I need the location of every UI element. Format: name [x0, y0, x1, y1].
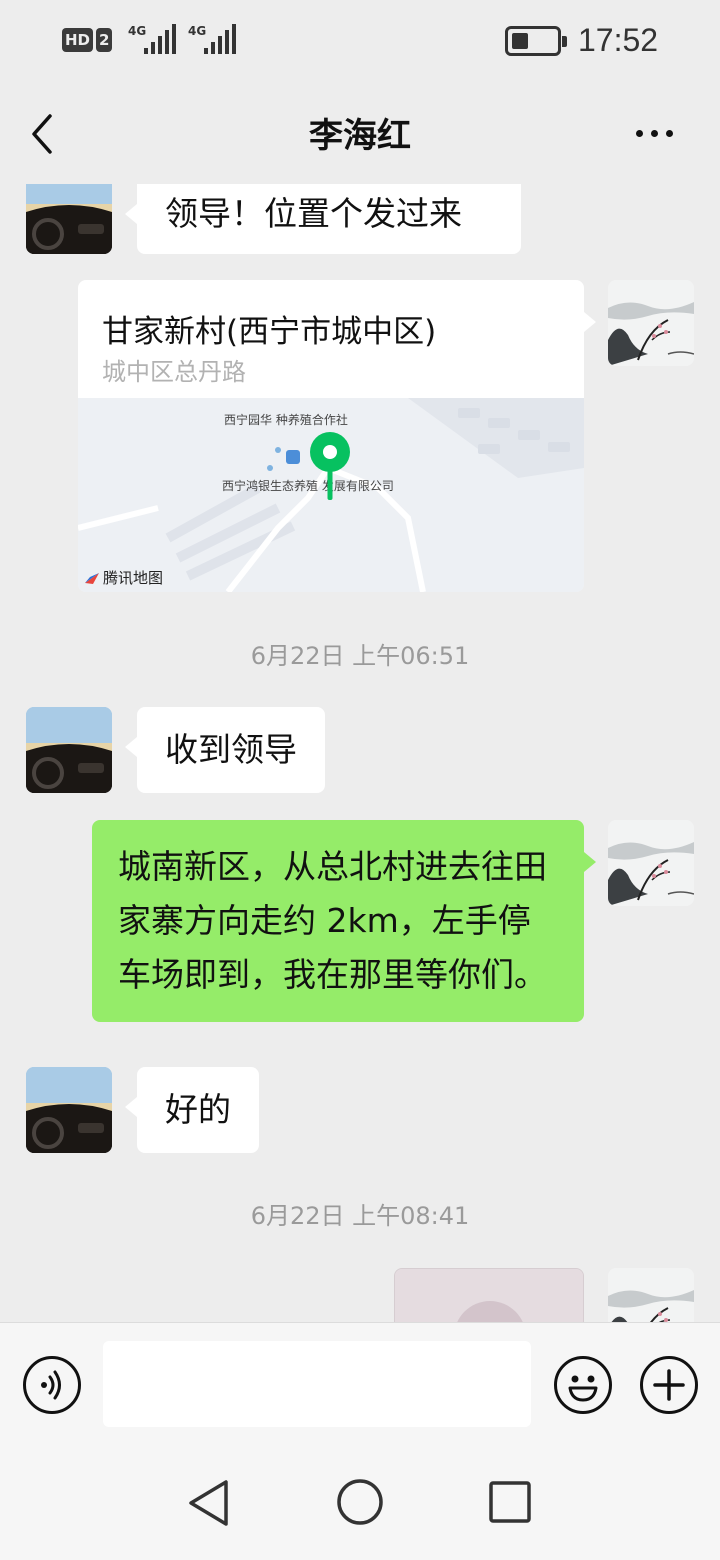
message-text: 好的: [165, 1090, 231, 1129]
battery-icon: [505, 26, 567, 56]
triangle-back-icon[interactable]: [186, 1478, 232, 1528]
avatar[interactable]: [608, 280, 694, 366]
location-title: 甘家新村(西宁市城中区): [102, 314, 437, 350]
avatar[interactable]: [26, 184, 112, 254]
system-nav-bar: [0, 1446, 720, 1560]
message-list[interactable]: 领导！位置个发过来 甘家新村(西宁市城中区) 城中区总丹路 西宁园华 种养殖合作…: [0, 184, 720, 1322]
location-map[interactable]: 西宁园华 种养殖合作社 西宁鸿银生态养殖 发展有限公司 腾讯地图: [78, 398, 584, 592]
voice-icon[interactable]: [23, 1356, 81, 1414]
emoji-icon[interactable]: [554, 1356, 612, 1414]
status-bar: HD 2 4G 4G 17:52: [0, 0, 720, 84]
avatar[interactable]: [608, 1268, 694, 1322]
avatar[interactable]: [26, 1067, 112, 1153]
image-message[interactable]: [394, 1268, 584, 1322]
message-input[interactable]: [103, 1341, 531, 1427]
signal-icon: 4G: [188, 24, 240, 56]
input-bar: [0, 1322, 720, 1446]
signal-icon: 4G: [128, 24, 180, 56]
more-dots-icon[interactable]: [636, 130, 673, 137]
hd-indicator: HD 2: [62, 28, 113, 52]
message-bubble[interactable]: 好的: [125, 1067, 259, 1153]
square-recents-icon[interactable]: [488, 1480, 532, 1524]
message-bubble[interactable]: 收到领导: [125, 707, 325, 793]
sim-badge: 2: [96, 28, 113, 52]
location-subtitle: 城中区总丹路: [102, 358, 246, 386]
circle-home-icon[interactable]: [336, 1478, 384, 1526]
timestamp: 6月22日 上午06:51: [250, 642, 470, 670]
message-text: 城南新区，从总北村进去往田家寨方向走约 2km，左手停车场即到，我在那里等你们。: [118, 847, 547, 994]
avatar[interactable]: [26, 707, 112, 793]
page-title: 李海红: [309, 116, 411, 156]
map-pin-icon: [310, 432, 350, 500]
map-brand: 腾讯地图: [84, 567, 163, 588]
message-text: 领导！位置个发过来: [165, 194, 462, 233]
location-card[interactable]: 甘家新村(西宁市城中区) 城中区总丹路 西宁园华 种养殖合作社 西宁鸿银生态养殖…: [78, 280, 584, 592]
message-text: 收到领导: [165, 730, 297, 769]
status-time: 17:52: [578, 22, 659, 58]
plus-icon[interactable]: [640, 1356, 698, 1414]
bubble-tail: [584, 312, 596, 332]
message-bubble[interactable]: 领导！位置个发过来: [125, 184, 521, 254]
avatar[interactable]: [608, 820, 694, 906]
timestamp: 6月22日 上午08:41: [250, 1202, 470, 1230]
map-brand-icon: [85, 572, 99, 584]
message-bubble[interactable]: 城南新区，从总北村进去往田家寨方向走约 2km，左手停车场即到，我在那里等你们。: [92, 820, 596, 1022]
hd-badge: HD: [62, 28, 94, 52]
map-label: 西宁园华 种养殖合作社: [224, 413, 348, 427]
map-brand-label: 腾讯地图: [103, 569, 164, 587]
chat-header: 李海红: [0, 84, 720, 184]
